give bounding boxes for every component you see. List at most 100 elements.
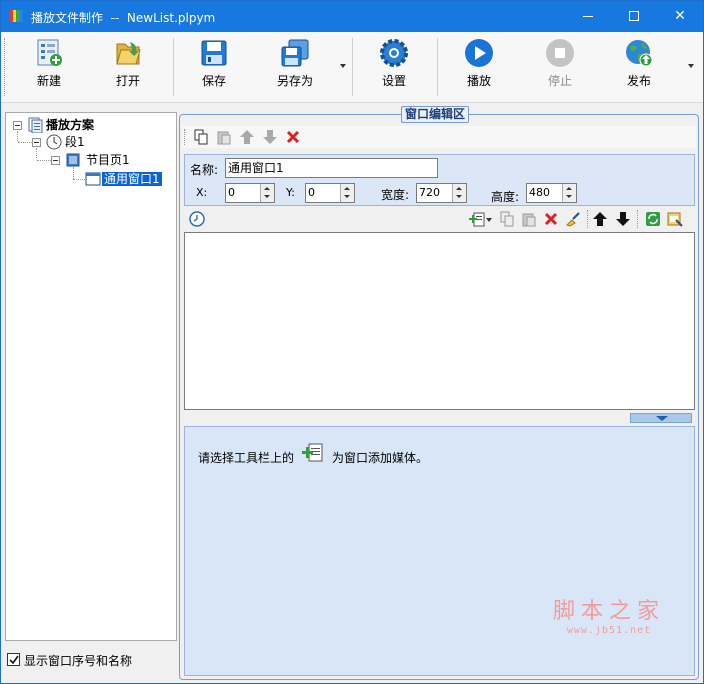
watermark-title: 脚本之家	[552, 599, 665, 624]
tree-root-node[interactable]: 播放方案	[46, 117, 94, 133]
clock-icon[interactable]	[189, 211, 205, 227]
close-button[interactable]: ✕	[657, 1, 703, 32]
height-value: 480	[529, 186, 550, 199]
tree-segment-node[interactable]: 段1	[65, 134, 85, 150]
playlist-icon	[28, 117, 43, 133]
save-as-icon	[281, 39, 309, 67]
media-info-pane: 请选择工具栏上的 为窗口添加媒体。 脚本之家 www.jb51.net	[184, 426, 695, 676]
chevron-down-icon	[656, 416, 668, 421]
watermark-url: www.jb51.net	[566, 625, 652, 636]
toolbar-separator	[437, 38, 438, 96]
height-spin-buttons[interactable]	[562, 184, 576, 202]
tree-line	[17, 131, 18, 141]
settings-button[interactable]: 设置	[362, 36, 426, 94]
window-properties: 名称: 通用窗口1 X: 0 Y: 0 宽度: 720 高度: 480	[184, 154, 695, 206]
new-file-icon	[37, 39, 62, 66]
media-list[interactable]	[184, 232, 695, 410]
toolbar-grip[interactable]	[4, 38, 7, 96]
tree-window-node[interactable]: 通用窗口1	[102, 171, 162, 187]
play-button[interactable]: 播放	[447, 36, 511, 94]
toolbar-grip	[184, 129, 185, 145]
collapse-icon[interactable]	[13, 121, 22, 130]
tree-line	[73, 179, 85, 180]
copy-icon[interactable]	[193, 129, 209, 145]
add-media-icon	[302, 443, 323, 462]
y-spinner[interactable]: 0	[305, 183, 355, 203]
tree-window-label: 通用窗口1	[102, 172, 162, 186]
save-button[interactable]: 保存	[182, 36, 246, 94]
show-window-index-checkbox[interactable]	[7, 653, 20, 666]
save-as-dropdown-arrow[interactable]	[340, 64, 346, 68]
new-label: 新建	[36, 74, 61, 88]
save-as-button[interactable]: 另存为	[263, 36, 327, 94]
move-up-icon[interactable]	[239, 129, 255, 145]
app-window: 播放文件制作 -- NewList.plpym ✕ 新建 打开 保存 另存为 设…	[0, 0, 704, 684]
width-spinner[interactable]: 720	[416, 183, 467, 203]
publish-dropdown-arrow[interactable]	[688, 64, 694, 68]
width-value: 720	[419, 186, 440, 199]
delete-icon[interactable]	[543, 211, 559, 227]
hint-text-after: 为窗口添加媒体。	[332, 451, 429, 465]
x-value: 0	[228, 186, 235, 199]
paste-icon[interactable]	[216, 129, 232, 145]
toolbar-separator	[352, 38, 353, 96]
y-label: Y:	[286, 186, 295, 199]
minimize-button[interactable]	[565, 1, 611, 32]
toolbar-separator	[637, 210, 638, 228]
save-as-label: 另存为	[276, 74, 313, 88]
publish-button[interactable]: 发布	[607, 36, 671, 94]
play-label: 播放	[466, 74, 491, 88]
schedule-tree[interactable]: 播放方案 段1 节目页1 通用窗口1	[5, 112, 177, 641]
collapse-panel-button[interactable]	[630, 413, 692, 423]
globe-upload-icon	[626, 40, 653, 67]
refresh-icon[interactable]	[645, 211, 661, 227]
move-down-icon[interactable]	[262, 129, 278, 145]
media-toolbar	[184, 208, 695, 230]
add-media-dropdown-arrow[interactable]	[486, 218, 492, 222]
settings-label: 设置	[381, 74, 406, 88]
new-button[interactable]: 新建	[17, 36, 81, 94]
title-bar: 播放文件制作 -- NewList.plpym ✕	[1, 1, 703, 32]
save-label: 保存	[201, 74, 226, 88]
watermark: 脚本之家 www.jb51.net	[549, 599, 669, 637]
maximize-button[interactable]	[611, 1, 657, 32]
window-toolbar	[182, 126, 696, 148]
stop-label: 停止	[547, 74, 572, 88]
name-field[interactable]: 通用窗口1	[225, 158, 438, 178]
clear-brush-icon[interactable]	[565, 211, 581, 227]
width-label: 宽度:	[381, 188, 410, 202]
x-spinner[interactable]: 0	[225, 183, 275, 203]
play-icon	[465, 39, 493, 67]
window-icon	[85, 172, 101, 186]
copy-icon[interactable]	[499, 211, 515, 227]
y-value: 0	[308, 186, 315, 199]
y-spin-buttons[interactable]	[340, 184, 354, 202]
height-label: 高度:	[491, 190, 520, 204]
media-properties-icon[interactable]	[667, 211, 683, 227]
show-window-index-label: 显示窗口序号和名称	[24, 654, 133, 668]
save-icon	[201, 40, 227, 66]
hint-text-before: 请选择工具栏上的	[198, 451, 295, 465]
tree-page-node[interactable]: 节目页1	[86, 152, 130, 168]
tree-line	[18, 142, 32, 143]
window-title: 播放文件制作 -- NewList.plpym	[31, 11, 216, 25]
window-edit-area-title: 窗口编辑区	[401, 106, 470, 123]
delete-icon[interactable]	[285, 129, 301, 145]
x-label: X:	[196, 186, 208, 199]
open-button[interactable]: 打开	[96, 36, 160, 94]
move-up-icon[interactable]	[592, 211, 608, 227]
stop-button[interactable]: 停止	[528, 36, 592, 94]
maximize-icon	[629, 11, 639, 21]
height-spinner[interactable]: 480	[526, 183, 577, 203]
x-spin-buttons[interactable]	[260, 184, 274, 202]
collapse-icon[interactable]	[32, 138, 41, 147]
tree-line	[37, 160, 51, 161]
width-spin-buttons[interactable]	[452, 184, 466, 202]
collapse-icon[interactable]	[51, 156, 60, 165]
paste-icon[interactable]	[521, 211, 537, 227]
add-media-icon[interactable]	[469, 211, 485, 227]
publish-label: 发布	[626, 74, 651, 88]
move-down-icon[interactable]	[615, 211, 631, 227]
app-icon	[9, 10, 23, 22]
name-label: 名称:	[190, 163, 219, 177]
